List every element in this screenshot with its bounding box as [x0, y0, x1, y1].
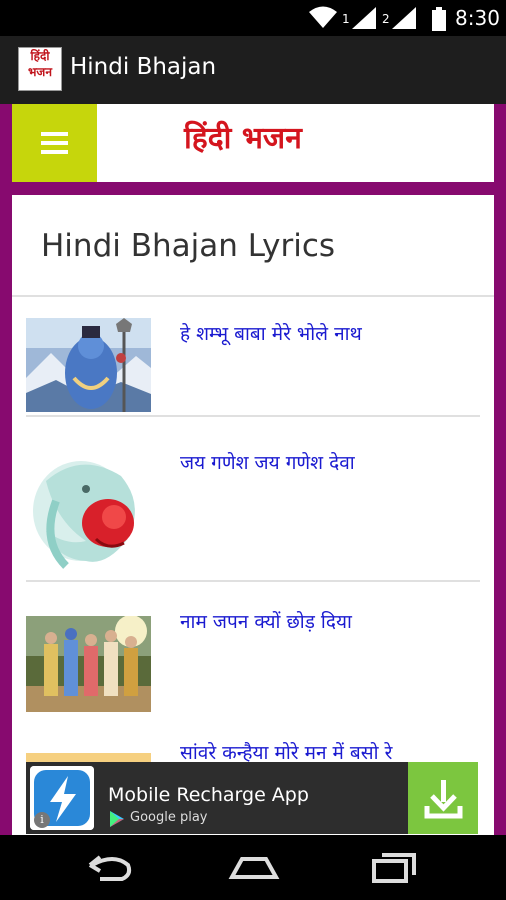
- app-logo-text-line1: हिंदी: [30, 49, 50, 63]
- shiva-image: [26, 318, 151, 412]
- banner-title-area: हिंदी भजन: [97, 104, 494, 182]
- signal-strength-icon: [392, 7, 416, 29]
- bhajan-title[interactable]: हे शम्भू बाबा मेरे भोले नाथ: [180, 320, 362, 346]
- ad-info-icon[interactable]: i: [34, 812, 50, 828]
- page-title: Hindi Bhajan Lyrics: [41, 228, 336, 264]
- header-banner: हिंदी भजन: [12, 104, 494, 182]
- menu-button[interactable]: [12, 104, 97, 182]
- divider: [26, 580, 480, 582]
- app-logo-text-line2: भजन: [27, 65, 52, 79]
- ganesha-image: [26, 451, 151, 575]
- status-bar: 1 2 8:30: [0, 0, 506, 36]
- back-icon[interactable]: [86, 849, 136, 885]
- list-item[interactable]: नाम जपन क्यों छोड़ दिया: [26, 611, 480, 712]
- banner-title: हिंदी भजन: [184, 121, 302, 156]
- ad-title: Mobile Recharge App: [108, 784, 309, 806]
- bhajan-title[interactable]: नाम जपन क्यों छोड़ दिया: [180, 608, 352, 634]
- ad-banner[interactable]: i Mobile Recharge App Google play: [26, 762, 478, 834]
- signal-strength-icon: [352, 7, 376, 29]
- app-title: Hindi Bhajan: [70, 54, 217, 80]
- google-play-icon: [110, 811, 124, 827]
- battery-icon: [432, 7, 446, 31]
- kirtan-image: [26, 616, 151, 712]
- content-card: Hindi Bhajan Lyrics हे शम्भू बाबा मेरे भ…: [12, 195, 494, 835]
- divider: [12, 295, 494, 297]
- home-icon[interactable]: [228, 849, 280, 885]
- download-icon: [424, 780, 463, 819]
- navigation-bar: [0, 835, 506, 900]
- wifi-icon: [309, 6, 337, 28]
- recent-apps-icon[interactable]: [370, 849, 420, 885]
- app-bar: हिंदी भजन Hindi Bhajan: [0, 36, 506, 104]
- list-item[interactable]: हे शम्भू बाबा मेरे भोले नाथ: [26, 318, 480, 413]
- divider: [26, 415, 480, 417]
- google-play-label: Google play: [130, 810, 208, 825]
- download-button[interactable]: [408, 762, 478, 834]
- app-logo: हिंदी भजन: [18, 47, 62, 91]
- list-item[interactable]: जय गणेश जय गणेश देवा: [26, 451, 480, 576]
- sim2-label: 2: [382, 12, 390, 26]
- bhajan-title[interactable]: जय गणेश जय गणेश देवा: [180, 449, 355, 475]
- status-time: 8:30: [455, 6, 500, 30]
- sim1-label: 1: [342, 12, 350, 26]
